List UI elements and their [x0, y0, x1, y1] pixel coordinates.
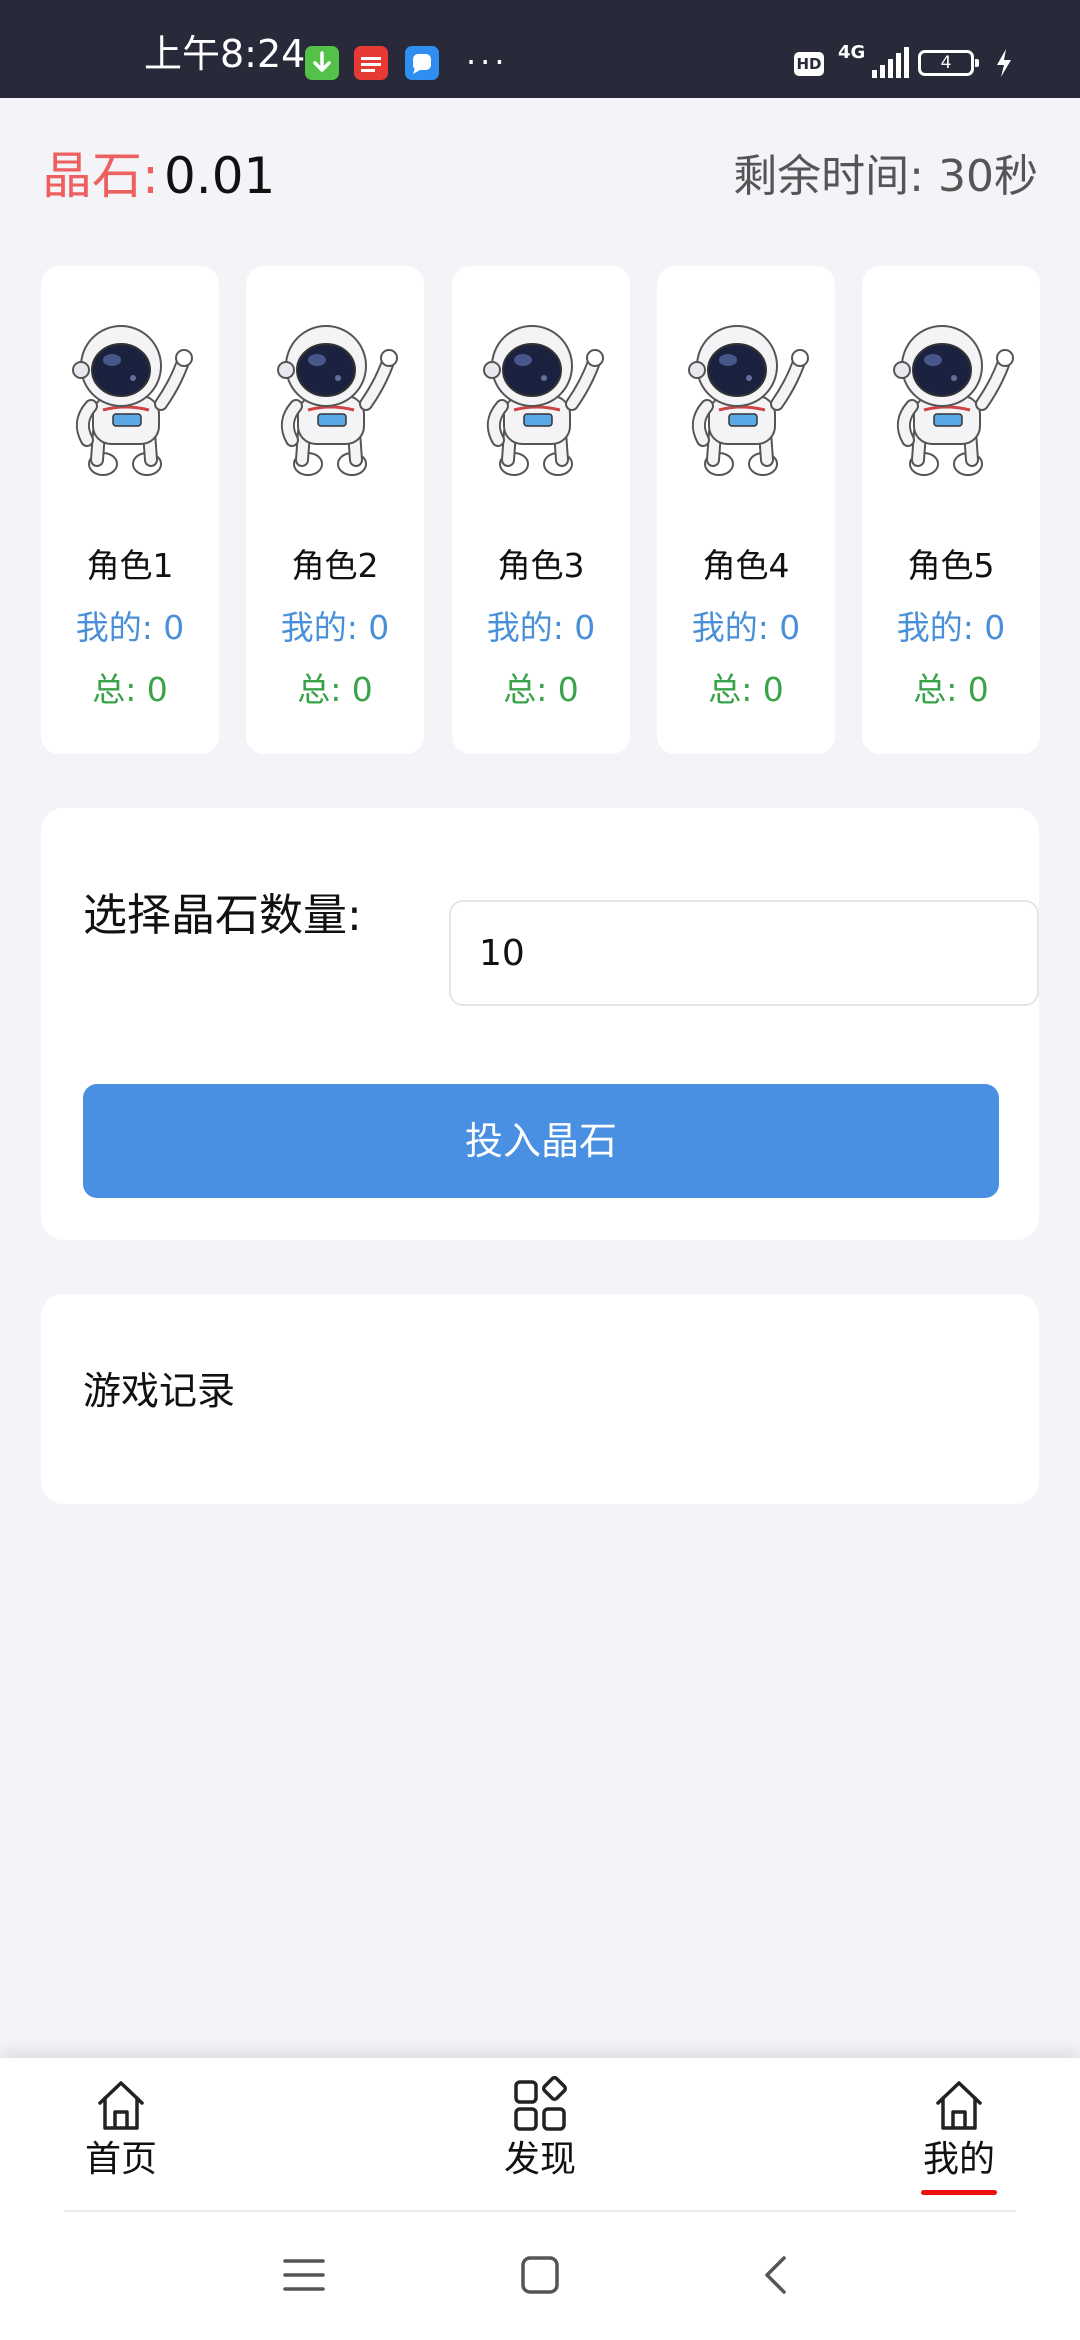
character-name: 角色1: [86, 546, 174, 585]
select-crystal-label: 选择晶石数量:: [83, 890, 362, 941]
crystal-label: 晶石:: [42, 147, 159, 205]
discover-icon: [514, 2076, 568, 2131]
nav-label-discover: 发现: [503, 2139, 576, 2180]
character-card[interactable]: 角色5 我的: 0 总: 0: [862, 266, 1040, 754]
character-my-bet: 我的: 0: [896, 608, 1006, 647]
bet-panel: 选择晶石数量: 投入晶石: [41, 808, 1039, 1240]
nav-item-home[interactable]: 首页: [61, 2076, 181, 2182]
nav-label-mine: 我的: [922, 2139, 995, 2180]
invest-crystal-button[interactable]: 投入晶石: [83, 1084, 999, 1198]
astronaut-icon: [277, 325, 398, 476]
network-type: 4G: [838, 42, 866, 63]
battery-icon: 4: [918, 50, 979, 76]
nav-label-home: 首页: [84, 2139, 157, 2180]
character-total-bet: 总: 0: [92, 670, 168, 709]
character-card[interactable]: 角色3 我的: 0 总: 0: [452, 266, 630, 754]
astronaut-icon: [483, 325, 604, 476]
toutiao-icon: [354, 46, 388, 80]
character-total-bet: 总: 0: [297, 670, 373, 709]
character-name: 角色4: [702, 546, 790, 585]
nav-divider: [64, 2210, 1016, 2212]
home-icon: [98, 2081, 144, 2130]
chat-icon: [405, 46, 439, 80]
astronaut-icon: [72, 325, 193, 476]
character-my-bet: 我的: 0: [691, 608, 801, 647]
nav-item-mine[interactable]: 我的: [899, 2076, 1019, 2182]
more-notifications-icon: ···: [466, 43, 509, 81]
home-icon: [936, 2081, 982, 2130]
character-total-bet: 总: 0: [503, 670, 579, 709]
character-total-bet: 总: 0: [913, 670, 989, 709]
game-record-title: 游戏记录: [83, 1369, 236, 1413]
astronaut-icon: [893, 325, 1014, 476]
home-button-icon[interactable]: [520, 2255, 560, 2295]
character-my-bet: 我的: 0: [280, 608, 390, 647]
character-card[interactable]: 角色1 我的: 0 总: 0: [41, 266, 219, 754]
remaining-time: 剩余时间: 30秒: [733, 151, 1038, 202]
charging-bolt-icon: [997, 49, 1011, 77]
active-tab-indicator: [921, 2190, 997, 2195]
astronaut-icon: [688, 325, 809, 476]
bottom-nav: 首页 发现 我的: [0, 2058, 1080, 2340]
status-time: 上午8:24: [144, 32, 306, 76]
character-name: 角色3: [497, 546, 585, 585]
character-total-bet: 总: 0: [708, 670, 784, 709]
character-name: 角色5: [907, 546, 995, 585]
character-my-bet: 我的: 0: [486, 608, 596, 647]
menu-icon[interactable]: [282, 2255, 326, 2295]
character-card[interactable]: 角色4 我的: 0 总: 0: [657, 266, 835, 754]
crystal-balance: 0.01: [164, 147, 276, 205]
crystal-amount-input[interactable]: [449, 900, 1039, 1006]
character-my-bet: 我的: 0: [75, 608, 185, 647]
game-record-panel: 游戏记录: [41, 1294, 1039, 1504]
back-icon[interactable]: [760, 2255, 790, 2295]
hd-badge: HD: [794, 52, 824, 76]
character-card[interactable]: 角色2 我的: 0 总: 0: [246, 266, 424, 754]
download-icon: [305, 46, 339, 80]
nav-item-discover[interactable]: 发现: [480, 2076, 600, 2182]
status-bar: 上午8:24 ··· HD 4G 4: [0, 0, 1080, 98]
character-name: 角色2: [291, 546, 379, 585]
signal-icon: [872, 47, 909, 78]
